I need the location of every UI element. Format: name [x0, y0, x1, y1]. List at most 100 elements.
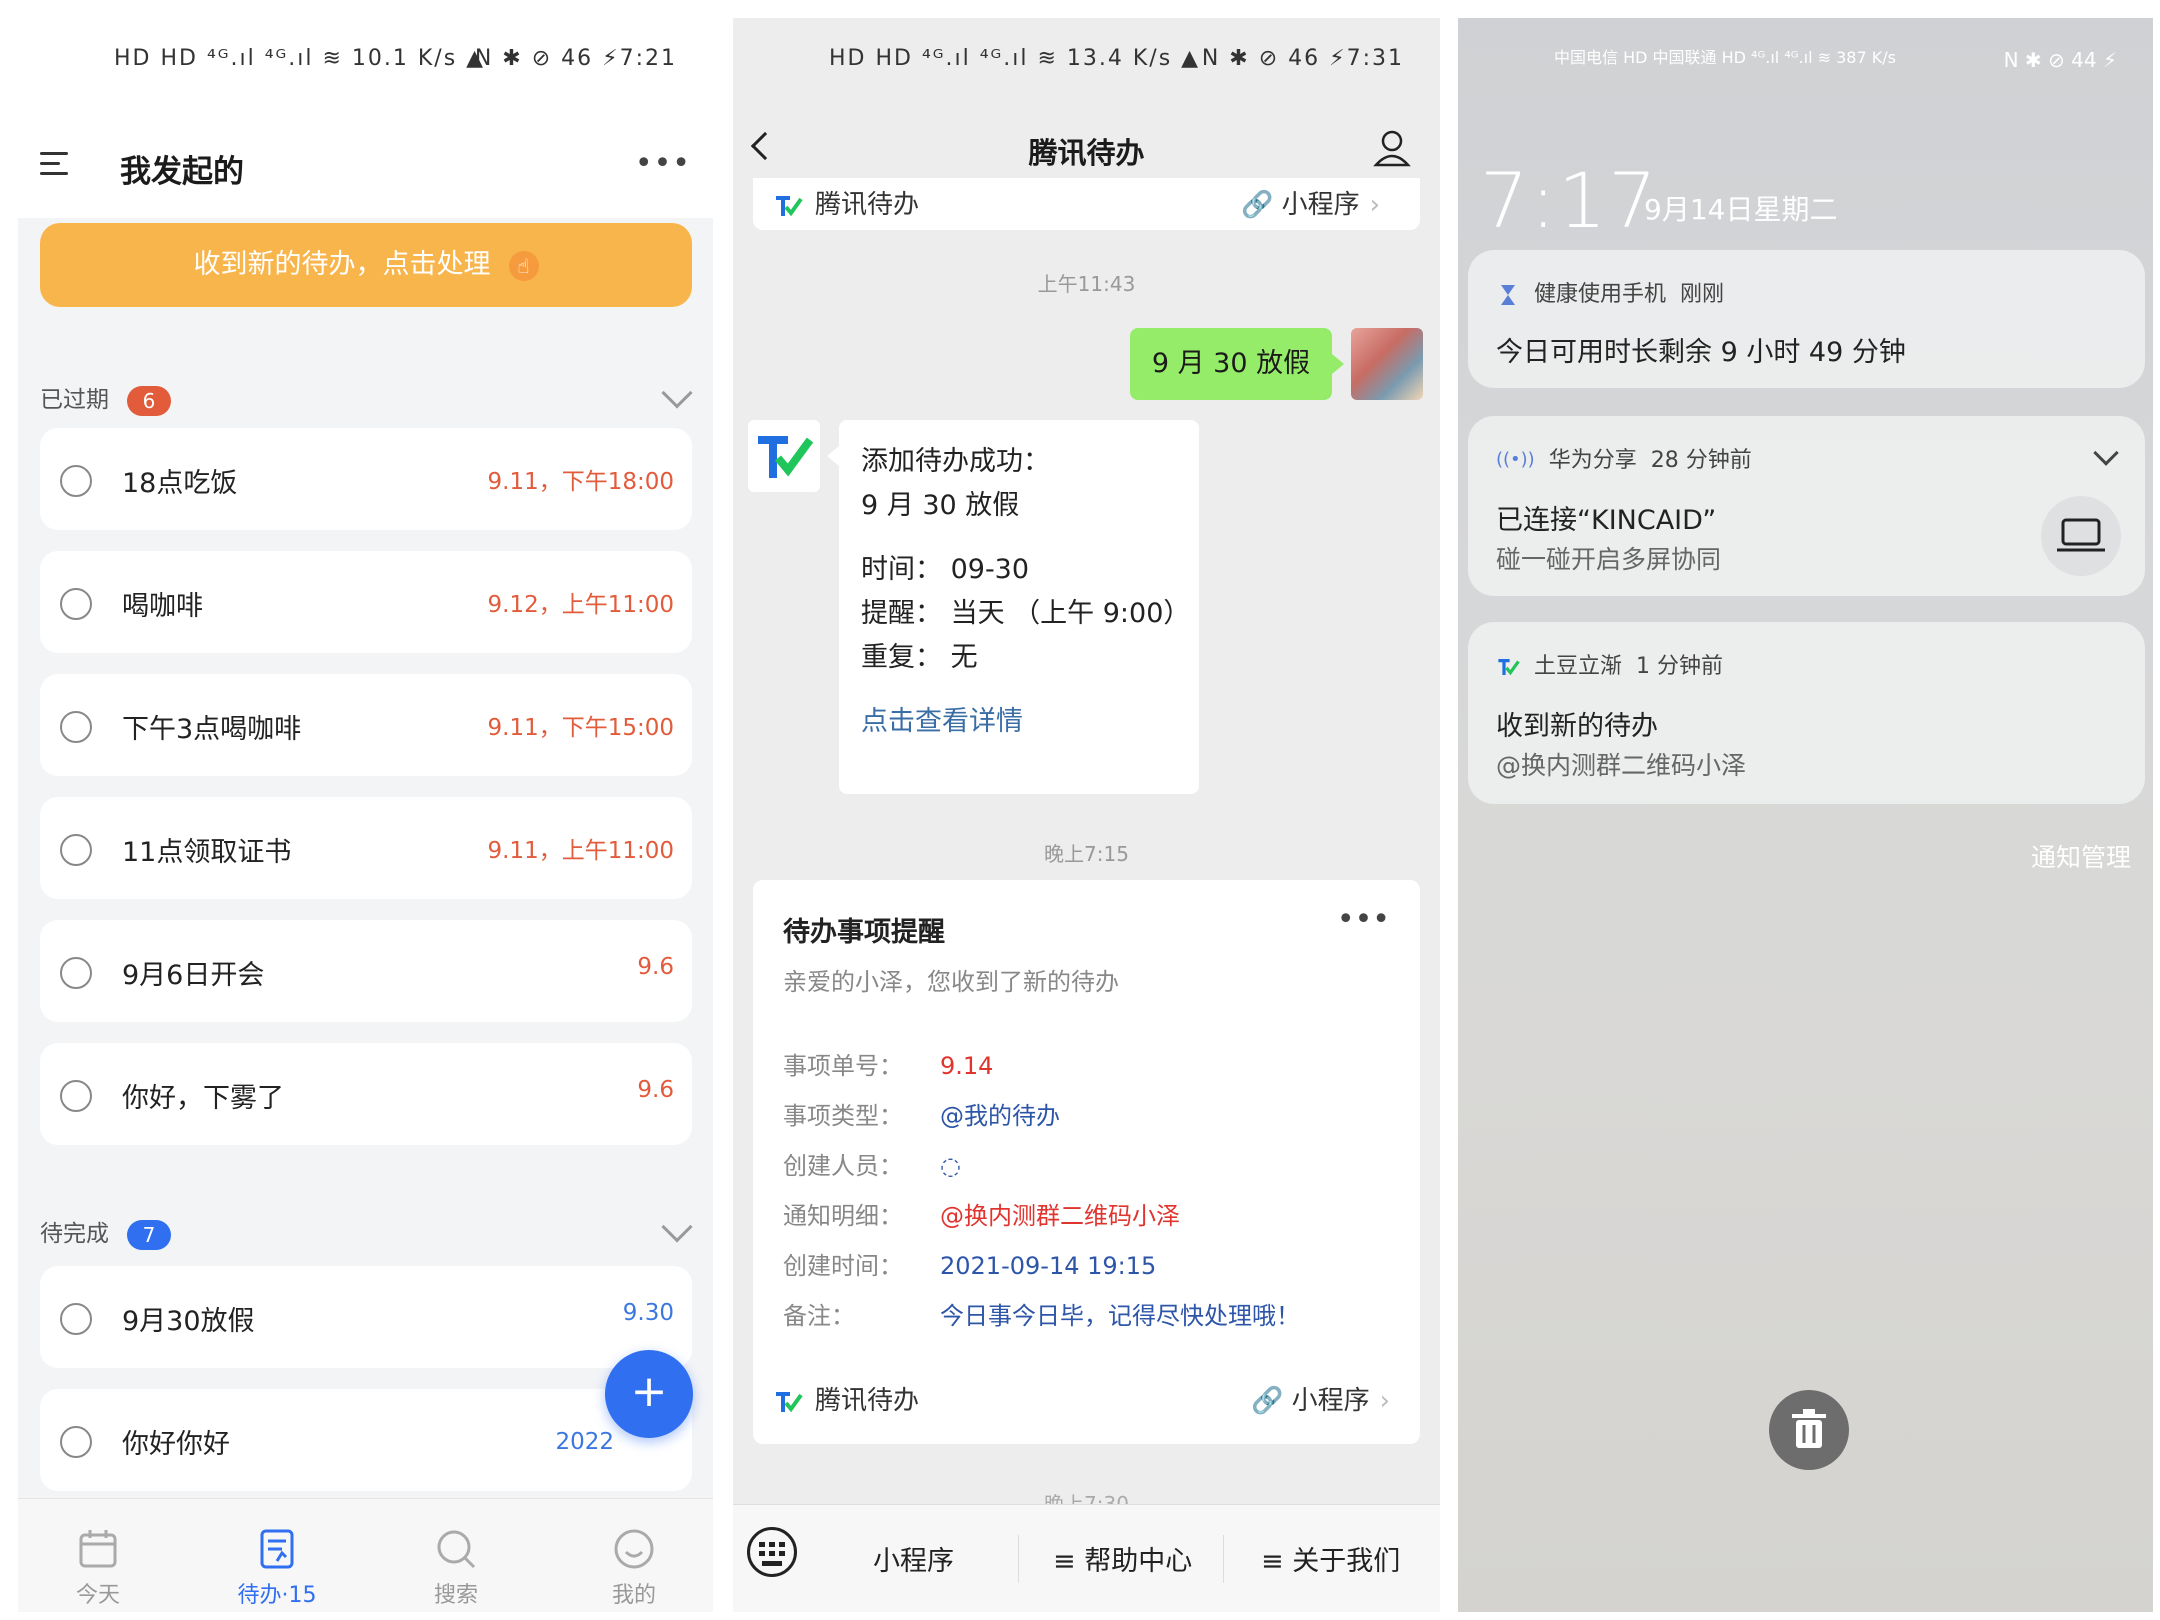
task-due: 9.6: [637, 1077, 674, 1103]
task-title: 18点吃饭: [122, 468, 238, 499]
notification-card[interactable]: 健康使用手机 刚刚 今日可用时长剩余 9 小时 49 分钟: [1468, 250, 2145, 388]
task-row[interactable]: 你好，下雾了 9.6: [40, 1043, 692, 1145]
tab-todo[interactable]: 待办·15: [207, 1499, 347, 1612]
mini-program-link[interactable]: 🔗 小程序 ›: [1241, 184, 1380, 221]
task-due: 9.11，下午15:00: [487, 715, 675, 741]
huawei-share-icon: ((•)): [1496, 449, 1535, 470]
sent-message-bubble[interactable]: 9 月 30 放假: [1130, 328, 1344, 400]
overdue-section-header[interactable]: 已过期 6: [40, 377, 693, 420]
app-header: 我发起的 •••: [18, 108, 713, 218]
reminder-card[interactable]: 待办事项提醒 ••• 亲爱的小泽，您收到了新的待办 事项单号： 9.14 事项类型…: [753, 880, 1420, 1444]
status-right: N ✱ ⊘ 46 ⚡7:21: [474, 46, 677, 71]
notification-title: 收到新的待办: [1496, 711, 1658, 742]
mini-program-footer: 腾讯待办 🔗 小程序 ›: [773, 1380, 1400, 1420]
hourglass-icon: [1501, 285, 1515, 305]
tab-label: 待办·15: [237, 1583, 317, 1608]
row-key: 事项类型：: [783, 1102, 903, 1130]
checkbox[interactable]: [60, 1080, 92, 1112]
row-key: 创建人员：: [783, 1152, 903, 1180]
mini-program-footer: 腾讯待办 🔗 小程序 ›: [773, 184, 1400, 228]
pending-label: 待完成: [40, 1221, 109, 1247]
calendar-icon: [79, 1530, 117, 1568]
checkbox[interactable]: [60, 1303, 92, 1335]
checkbox[interactable]: [60, 711, 92, 743]
menu-mini-program[interactable]: 小程序: [873, 1539, 954, 1578]
chevron-down-icon[interactable]: [661, 377, 693, 409]
tab-label: 搜索: [433, 1583, 478, 1608]
task-due: 9.12，上午11:00: [487, 592, 675, 618]
checkbox[interactable]: [60, 465, 92, 497]
chat-bottom-menu: 小程序 ≡ 帮助中心 ≡ 关于我们: [733, 1504, 1440, 1612]
notification-management-link[interactable]: 通知管理: [2031, 838, 2131, 874]
tencent-todo-logo: [776, 1391, 803, 1412]
menu-help-center[interactable]: ≡ 帮助中心: [1053, 1539, 1192, 1578]
mini-program-card-top[interactable]: 腾讯待办 🔗 小程序 ›: [753, 178, 1420, 230]
chat-timestamp: 上午11:43: [1037, 272, 1136, 296]
notification-time: 1 分钟前: [1636, 654, 1724, 679]
keyboard-icon[interactable]: [747, 1527, 797, 1577]
mini-program-type: 小程序: [1281, 190, 1360, 220]
tab-search[interactable]: 搜索: [386, 1499, 526, 1612]
add-todo-button[interactable]: +: [605, 1350, 693, 1438]
bot-avatar[interactable]: [748, 420, 820, 492]
reply-remind: 提醒： 当天 （上午 9:00）: [861, 598, 1191, 629]
pending-count-badge: 7: [127, 1219, 171, 1250]
laptop-button[interactable]: [2041, 496, 2121, 576]
notification-title: 已连接“KINCAID”: [1496, 505, 1717, 536]
reply-repeat: 重复： 无: [861, 642, 978, 673]
menu-about-us[interactable]: ≡ 关于我们: [1261, 1539, 1400, 1578]
task-title: 喝咖啡: [122, 591, 203, 622]
status-left: HD HD ⁴ᴳ.ıl ⁴ᴳ.ıl ≋ 10.1 K/s ▲: [114, 46, 486, 71]
todo-list-screen: HD HD ⁴ᴳ.ıl ⁴ᴳ.ıl ≋ 10.1 K/s ▲ N ✱ ⊘ 46 …: [18, 18, 713, 1612]
mini-program-link[interactable]: 🔗 小程序 ›: [1251, 1380, 1390, 1417]
task-row[interactable]: 下午3点喝咖啡 9.11，下午15:00: [40, 674, 692, 776]
notification-card[interactable]: ((•)) 华为分享 28 分钟前 已连接“KINCAID” 碰一碰开启多屏协同: [1468, 416, 2145, 596]
chat-title: 腾讯待办: [1028, 136, 1145, 170]
notification-time: 28 分钟前: [1650, 448, 1752, 473]
person-icon[interactable]: [1372, 128, 1412, 168]
task-due: 9.6: [637, 954, 674, 980]
banner-text: 收到新的待办，点击处理: [193, 249, 491, 280]
task-row[interactable]: 11点领取证书 9.11，上午11:00: [40, 797, 692, 899]
tencent-todo-logo: [776, 195, 803, 216]
user-avatar[interactable]: [1351, 328, 1423, 400]
clear-notifications-button[interactable]: [1769, 1390, 1849, 1470]
checkbox[interactable]: [60, 834, 92, 866]
task-row[interactable]: 喝咖啡 9.12，上午11:00: [40, 551, 692, 653]
chevron-down-icon[interactable]: [661, 1211, 693, 1243]
more-icon[interactable]: •••: [635, 146, 691, 181]
checkbox[interactable]: [60, 1426, 92, 1458]
task-row[interactable]: 18点吃饭 9.11，下午18:00: [40, 428, 692, 530]
reply-line: 9 月 30 放假: [861, 490, 1020, 521]
new-todo-banner[interactable]: 收到新的待办，点击处理 ☝: [40, 223, 692, 307]
row-value[interactable]: @我的待办: [940, 1102, 1060, 1130]
checkbox[interactable]: [60, 588, 92, 620]
reminder-row: 创建人员： ◌: [783, 1146, 961, 1182]
reminder-title: 待办事项提醒: [783, 917, 945, 948]
task-row[interactable]: 9月6日开会 9.6: [40, 920, 692, 1022]
task-title: 11点领取证书: [122, 837, 292, 868]
view-details-link[interactable]: 点击查看详情: [861, 700, 1177, 744]
more-icon[interactable]: •••: [1337, 902, 1390, 937]
row-value: ◌: [940, 1152, 961, 1180]
task-title: 下午3点喝咖啡: [122, 714, 302, 745]
task-row[interactable]: 9月30放假 9.30: [40, 1266, 692, 1368]
notification-card[interactable]: 土豆立渐 1 分钟前 收到新的待办 @换内测群二维码小泽: [1468, 622, 2145, 804]
menu-divider: [1223, 1535, 1224, 1583]
task-title: 你好你好: [122, 1429, 230, 1460]
tab-me[interactable]: 我的: [564, 1499, 704, 1612]
chevron-down-icon[interactable]: [2093, 440, 2119, 466]
bot-reply-bubble[interactable]: 添加待办成功： 9 月 30 放假 时间： 09-30 提醒： 当天 （上午 9…: [827, 420, 1199, 794]
pending-section-header[interactable]: 待完成 7: [40, 1211, 693, 1254]
status-right: N ✱ ⊘ 46 ⚡7:31: [1201, 46, 1404, 71]
link-icon: 🔗: [1250, 1386, 1284, 1416]
checkbox[interactable]: [60, 957, 92, 989]
bottom-tab-bar: 今天 待办·15 搜索 我的: [18, 1498, 713, 1612]
task-title: 9月6日开会: [122, 960, 265, 991]
tab-today[interactable]: 今天: [28, 1499, 168, 1612]
chevron-right-icon: ›: [1379, 1386, 1390, 1416]
row-value[interactable]: @换内测群二维码小泽: [940, 1202, 1180, 1230]
notification-app-name: 华为分享: [1548, 448, 1637, 473]
task-row[interactable]: 你好你好 2022: [40, 1389, 692, 1491]
menu-icon[interactable]: [40, 152, 68, 176]
